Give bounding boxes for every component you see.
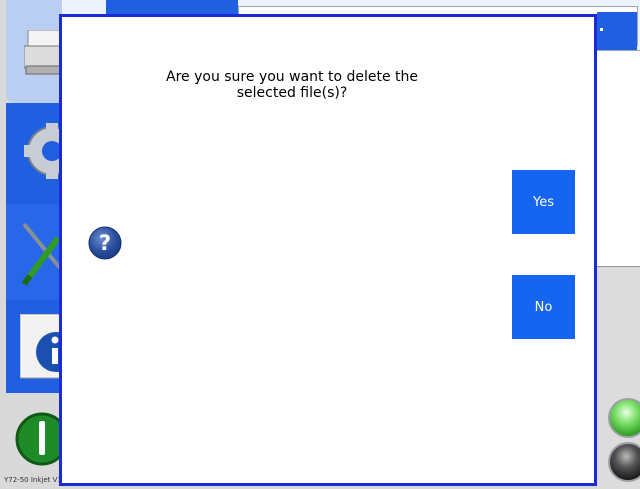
yes-button[interactable]: Yes <box>512 170 575 234</box>
sidebar-item-power[interactable] <box>6 393 62 471</box>
svg-text:?: ? <box>99 231 111 255</box>
gear-icon <box>24 123 62 179</box>
question-icon: ? <box>88 226 122 260</box>
power-icon <box>15 412 62 466</box>
sidebar-item-tools[interactable] <box>6 204 62 300</box>
top-button[interactable] <box>597 12 637 50</box>
sidebar-item-info[interactable] <box>6 300 62 393</box>
top-tab[interactable] <box>106 0 238 14</box>
tools-icon <box>21 222 62 286</box>
info-icon <box>20 314 62 379</box>
status-lamp-black <box>608 442 640 482</box>
printer-icon <box>24 30 62 75</box>
sidebar-item-settings[interactable] <box>6 103 62 204</box>
dialog-message: Are you sure you want to delete the sele… <box>166 69 418 101</box>
confirm-delete-dialog: Are you sure you want to delete the sele… <box>59 14 597 486</box>
version-label: Y72-50 Inkjet V1 <box>4 476 62 484</box>
no-button[interactable]: No <box>512 275 575 339</box>
status-lamp-green <box>608 398 640 438</box>
right-panel <box>597 50 640 266</box>
sidebar-item-printer[interactable] <box>6 0 62 103</box>
sidebar <box>0 0 62 489</box>
top-dot <box>600 28 603 31</box>
